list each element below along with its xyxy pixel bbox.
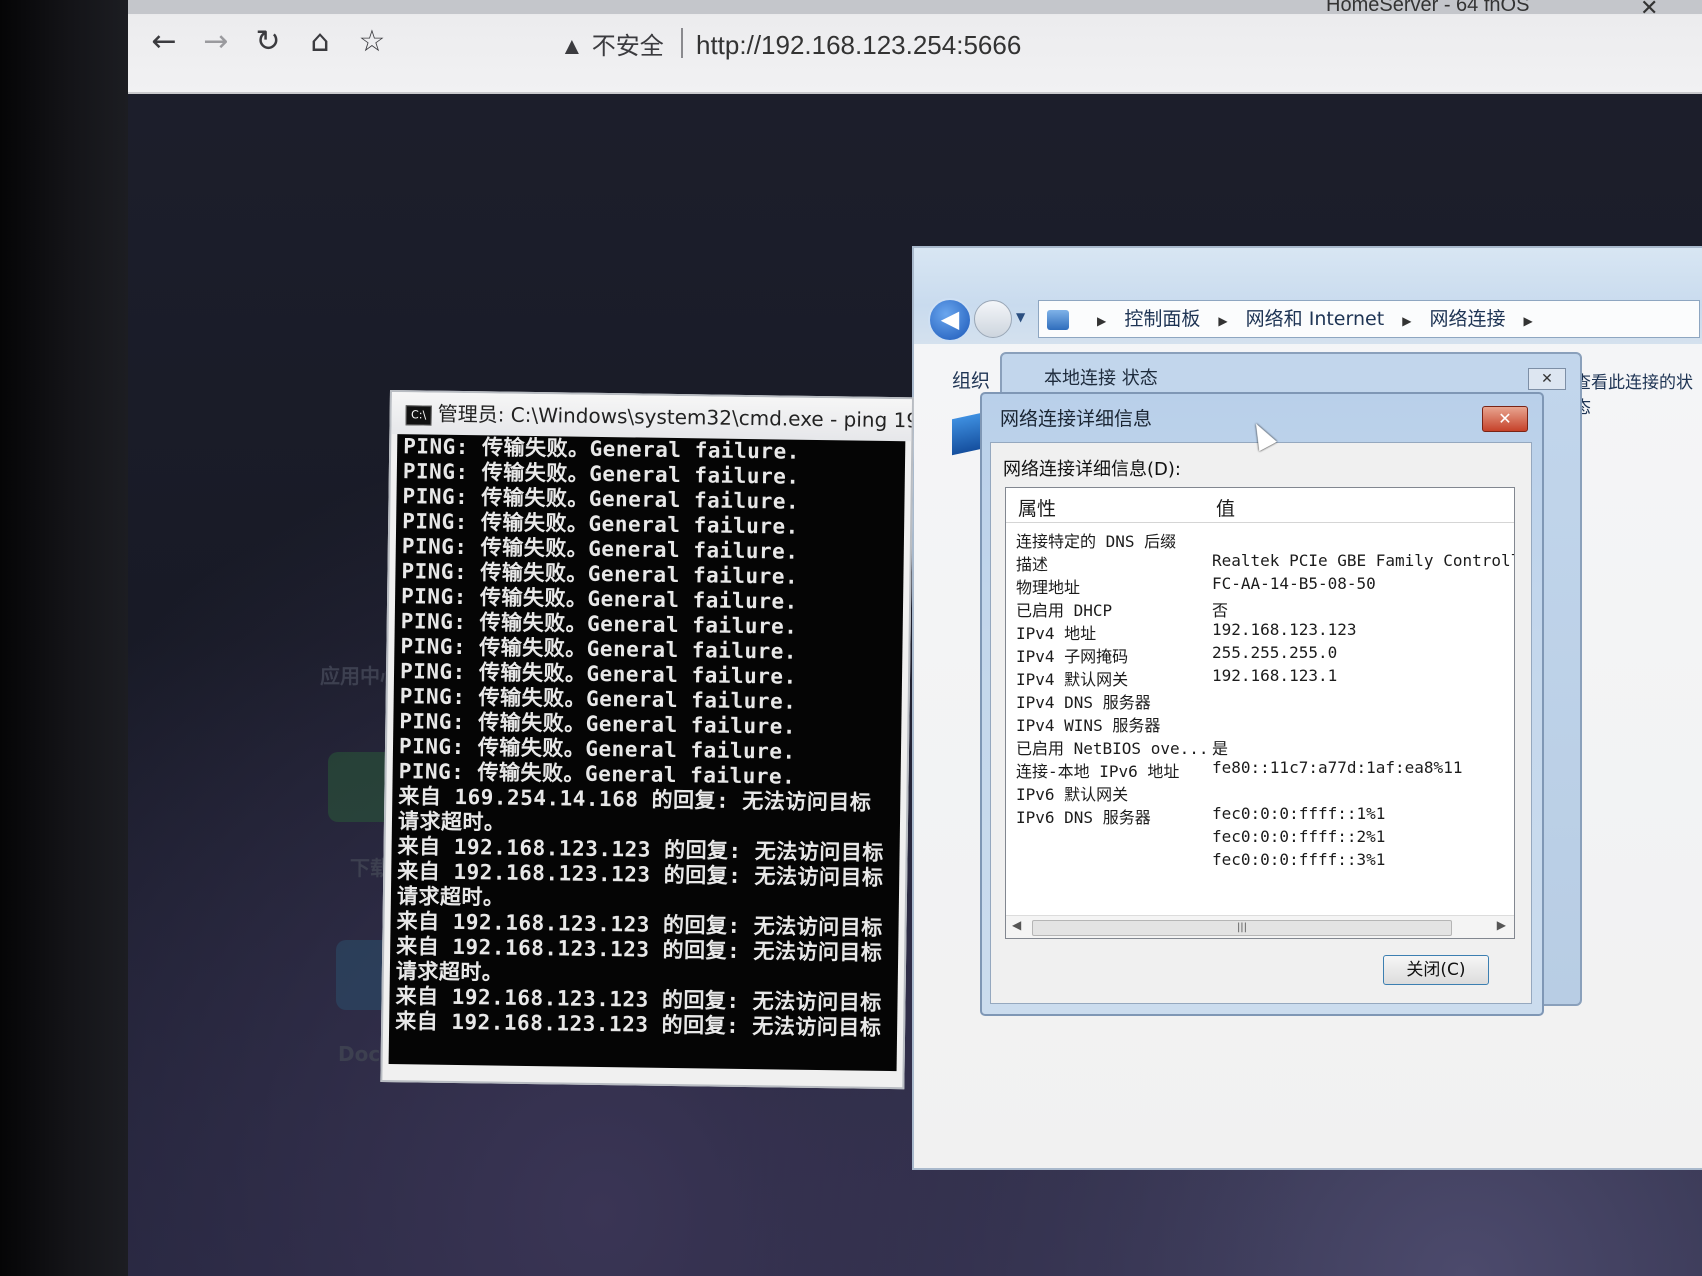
browser-tab-title[interactable]: HomeServer - 64 fnOS (1326, 0, 1529, 17)
explorer-header: ◀ ▼ ▶ 控制面板 ▶ 网络和 Internet ▶ 网络连接 ▶ (914, 248, 1702, 344)
detail-value: FC-AA-14-B5-08-50 (1212, 574, 1376, 593)
cmd-title: 管理员: C:\Windows\system32\cmd.exe - ping … (437, 401, 912, 433)
breadcrumb[interactable]: ▶ 控制面板 ▶ 网络和 Internet ▶ 网络连接 ▶ (1038, 300, 1700, 338)
detail-value: fe80::11c7:a77d:1af:ea8%11 (1212, 758, 1463, 777)
scroll-thumb[interactable]: ||| (1032, 920, 1452, 936)
detail-value: fec0:0:0:ffff::2%1 (1212, 827, 1386, 846)
detail-row[interactable]: 已启用 DHCP 否 (1006, 597, 1514, 620)
details-heading: 网络连接详细信息(D): (1003, 459, 1181, 480)
view-status-button[interactable]: 查看此连接的状态 (1574, 368, 1702, 418)
detail-row[interactable]: IPv4 地址 192.168.123.123 (1006, 620, 1514, 643)
detail-property: 描述 (1016, 555, 1049, 574)
cmd-icon: C:\ (405, 404, 432, 426)
breadcrumb-network-internet[interactable]: 网络和 Internet (1246, 308, 1384, 330)
detail-value: fec0:0:0:ffff::3%1 (1212, 850, 1386, 869)
breadcrumb-chevron-icon[interactable]: ▶ (1218, 314, 1227, 328)
detail-row[interactable]: 连接-本地 IPv6 地址 fe80::11c7:a77d:1af:ea8%11 (1006, 758, 1514, 781)
detail-property: IPv4 DNS 服务器 (1016, 693, 1151, 712)
detail-value: 是 (1212, 739, 1229, 758)
detail-property: IPv6 默认网关 (1016, 785, 1129, 804)
detail-value: 192.168.123.123 (1212, 620, 1357, 639)
column-header-property[interactable]: 属性 (1018, 494, 1056, 521)
detail-value: 255.255.255.0 (1212, 643, 1338, 662)
breadcrumb-chevron-icon[interactable]: ▶ (1524, 314, 1533, 328)
horizontal-scrollbar[interactable]: ◀ ||| ▶ (1006, 915, 1514, 938)
breadcrumb-chevron-icon[interactable]: ▶ (1097, 314, 1106, 328)
breadcrumb-network-connections[interactable]: 网络连接 (1429, 308, 1505, 330)
detail-row[interactable]: IPv4 DNS 服务器 (1006, 689, 1514, 712)
network-details-dialog: 网络连接详细信息 ✕ 网络连接详细信息(D): 属性 值 连接特定的 DNS 后… (980, 392, 1544, 1016)
monitor-bezel (0, 0, 128, 1276)
detail-property: IPv6 DNS 服务器 (1016, 808, 1151, 827)
detail-property: IPv4 WINS 服务器 (1016, 716, 1161, 735)
status-window-title: 本地连接 状态 (1044, 368, 1158, 389)
detail-value: 否 (1212, 601, 1229, 620)
home-icon[interactable]: ⌂ (300, 22, 340, 62)
detail-row[interactable]: 物理地址 FC-AA-14-B5-08-50 (1006, 574, 1514, 597)
browser-toolbar: HomeServer - 64 fnOS ✕ ← → ↻ ⌂ ☆ ▲ 不安全 ht… (128, 0, 1702, 94)
detail-row[interactable]: IPv6 DNS 服务器 fec0:0:0:ffff::1%1 (1006, 804, 1514, 827)
url-separator (681, 28, 683, 58)
security-indicator[interactable]: ▲ 不安全 (560, 26, 664, 61)
tab-strip: HomeServer - 64 fnOS ✕ (128, 0, 1702, 21)
detail-value: 192.168.123.1 (1212, 666, 1338, 685)
dialog-close-icon[interactable]: ✕ (1482, 406, 1528, 432)
detail-property: 已启用 NetBIOS ove... (1016, 739, 1209, 758)
cmd-window: C:\ 管理员: C:\Windows\system32\cmd.exe - pi… (380, 390, 914, 1090)
control-panel-icon (1047, 309, 1069, 330)
detail-row[interactable]: 描述 Realtek PCIe GBE Family Controller (1006, 551, 1514, 574)
detail-property: 连接-本地 IPv6 地址 (1016, 762, 1180, 781)
list-header: 属性 值 (1006, 488, 1514, 523)
detail-property: IPv4 默认网关 (1016, 670, 1129, 689)
scroll-left-icon[interactable]: ◀ (1012, 918, 1021, 932)
detail-row[interactable]: fec0:0:0:ffff::2%1 (1006, 827, 1514, 850)
back-arrow-icon[interactable]: ← (144, 22, 184, 62)
network-adapter-icon[interactable] (952, 412, 982, 456)
breadcrumb-chevron-icon[interactable]: ▶ (1402, 314, 1411, 328)
cmd-console[interactable]: PING: 传输失败。General failure. PING: 传输失败。Ge… (388, 434, 906, 1072)
detail-property: IPv4 地址 (1016, 624, 1097, 643)
detail-value: fec0:0:0:ffff::1%1 (1212, 804, 1386, 823)
status-close-icon[interactable]: ✕ (1528, 368, 1566, 390)
address-bar[interactable]: http://192.168.123.254:5666 (696, 30, 1021, 61)
explorer-forward-icon[interactable] (974, 300, 1012, 338)
details-title: 网络连接详细信息 (1000, 408, 1153, 430)
detail-property: 物理地址 (1016, 578, 1081, 597)
warning-icon: ▲ (560, 33, 584, 60)
detail-row[interactable]: IPv6 默认网关 (1006, 781, 1514, 804)
organize-menu[interactable]: 组织 (952, 366, 990, 393)
bookmark-star-icon[interactable]: ☆ (352, 22, 392, 62)
explorer-back-icon[interactable]: ◀ (928, 298, 972, 342)
security-label: 不安全 (591, 33, 664, 60)
cmd-title-bar: C:\ 管理员: C:\Windows\system32\cmd.exe - pi… (391, 392, 912, 442)
tab-close-icon[interactable]: ✕ (1640, 0, 1658, 21)
detail-value: Realtek PCIe GBE Family Controller (1212, 551, 1515, 570)
breadcrumb-control-panel[interactable]: 控制面板 (1124, 308, 1200, 330)
detail-row[interactable]: 已启用 NetBIOS ove... 是 (1006, 735, 1514, 758)
reload-icon[interactable]: ↻ (248, 22, 288, 62)
detail-property: 连接特定的 DNS 后缀 (1016, 532, 1177, 551)
detail-property: 已启用 DHCP (1016, 601, 1113, 620)
column-header-value[interactable]: 值 (1216, 494, 1235, 521)
detail-property: IPv4 子网掩码 (1016, 647, 1129, 666)
scroll-right-icon[interactable]: ▶ (1497, 918, 1506, 932)
detail-row[interactable]: IPv4 子网掩码 255.255.255.0 (1006, 643, 1514, 666)
detail-row[interactable]: IPv4 WINS 服务器 (1006, 712, 1514, 735)
details-list[interactable]: 属性 值 连接特定的 DNS 后缀 描述 Realtek PCIe GBE Fami… (1005, 487, 1515, 939)
close-button[interactable]: 关闭(C) (1383, 955, 1489, 985)
detail-row[interactable]: 连接特定的 DNS 后缀 (1006, 528, 1514, 551)
forward-arrow-icon[interactable]: → (196, 22, 236, 62)
detail-row[interactable]: IPv4 默认网关 192.168.123.1 (1006, 666, 1514, 689)
details-panel: 网络连接详细信息(D): 属性 值 连接特定的 DNS 后缀 描述 Realtek … (990, 442, 1532, 1004)
history-dropdown-icon[interactable]: ▼ (1016, 310, 1025, 324)
detail-row[interactable]: fec0:0:0:ffff::3%1 (1006, 850, 1514, 873)
